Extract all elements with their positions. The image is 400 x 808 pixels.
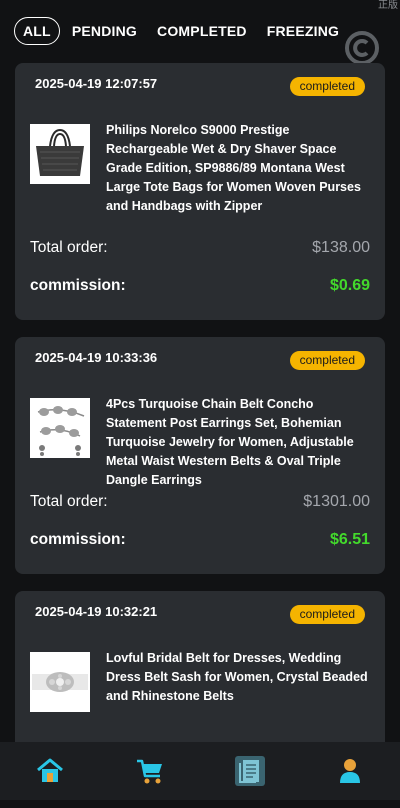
product-image: [30, 398, 90, 458]
corner-label: 正版: [378, 0, 398, 11]
product-image: [30, 124, 90, 184]
copyright-logo-icon: [345, 31, 379, 65]
total-order-label: Total order:: [30, 493, 108, 510]
status-badge: completed: [289, 351, 365, 370]
total-order-value: $1301.00: [303, 493, 370, 510]
home-icon: [37, 758, 63, 782]
order-list: 2025-04-19 12:07:57 completed Philips No…: [15, 63, 385, 808]
bridal-belt-image: [30, 652, 90, 712]
product-row: Lovful Bridal Belt for Dresses, Wedding …: [15, 635, 385, 737]
orders-icon: [235, 756, 265, 786]
order-date: 2025-04-19 10:33:36: [35, 350, 158, 365]
commission-row: commission: $0.69: [15, 267, 385, 305]
cart-icon: [137, 759, 162, 784]
nav-orders[interactable]: [230, 751, 270, 791]
product-row: Philips Norelco S9000 Prestige Rechargea…: [15, 107, 385, 229]
total-order-label: Total order:: [30, 239, 108, 256]
product-row: 4Pcs Turquoise Chain Belt Concho Stateme…: [15, 381, 385, 487]
tote-bag-image: [30, 124, 90, 184]
commission-label: commission:: [30, 531, 126, 548]
product-name: 4Pcs Turquoise Chain Belt Concho Stateme…: [106, 397, 354, 487]
order-card[interactable]: 2025-04-19 12:07:57 completed Philips No…: [15, 63, 385, 320]
tab-pending[interactable]: PENDING: [72, 23, 137, 39]
order-date: 2025-04-19 10:32:21: [35, 604, 158, 619]
order-card-header: 2025-04-19 12:07:57 completed: [15, 63, 385, 107]
commission-label: commission:: [30, 277, 126, 294]
profile-icon: [340, 759, 360, 783]
order-card-header: 2025-04-19 10:32:21 completed: [15, 591, 385, 635]
nav-cart[interactable]: [130, 751, 170, 791]
order-date: 2025-04-19 12:07:57: [35, 76, 158, 91]
product-image: [30, 652, 90, 712]
order-card-header: 2025-04-19 10:33:36 completed: [15, 337, 385, 381]
turquoise-belt-image: [30, 398, 90, 458]
product-name: Philips Norelco S9000 Prestige Rechargea…: [106, 123, 361, 213]
order-filter-tabs: ALL PENDING COMPLETED FREEZING: [14, 16, 386, 46]
status-badge: completed: [289, 605, 365, 624]
bottom-navigation: [0, 742, 400, 800]
status-badge: completed: [289, 77, 365, 96]
tab-freezing[interactable]: FREEZING: [267, 23, 339, 39]
nav-profile[interactable]: [330, 751, 370, 791]
total-order-value: $138.00: [312, 239, 370, 256]
nav-home[interactable]: [30, 751, 70, 791]
commission-row: commission: $6.51: [15, 521, 385, 559]
commission-value: $6.51: [329, 531, 370, 548]
commission-value: $0.69: [329, 277, 370, 294]
tab-completed[interactable]: COMPLETED: [157, 23, 247, 39]
tab-all[interactable]: ALL: [14, 17, 60, 45]
order-card[interactable]: 2025-04-19 10:33:36 completed 4Pcs Turqu…: [15, 337, 385, 574]
total-order-row: Total order: $138.00: [15, 229, 385, 267]
product-name: Lovful Bridal Belt for Dresses, Wedding …: [106, 651, 368, 703]
